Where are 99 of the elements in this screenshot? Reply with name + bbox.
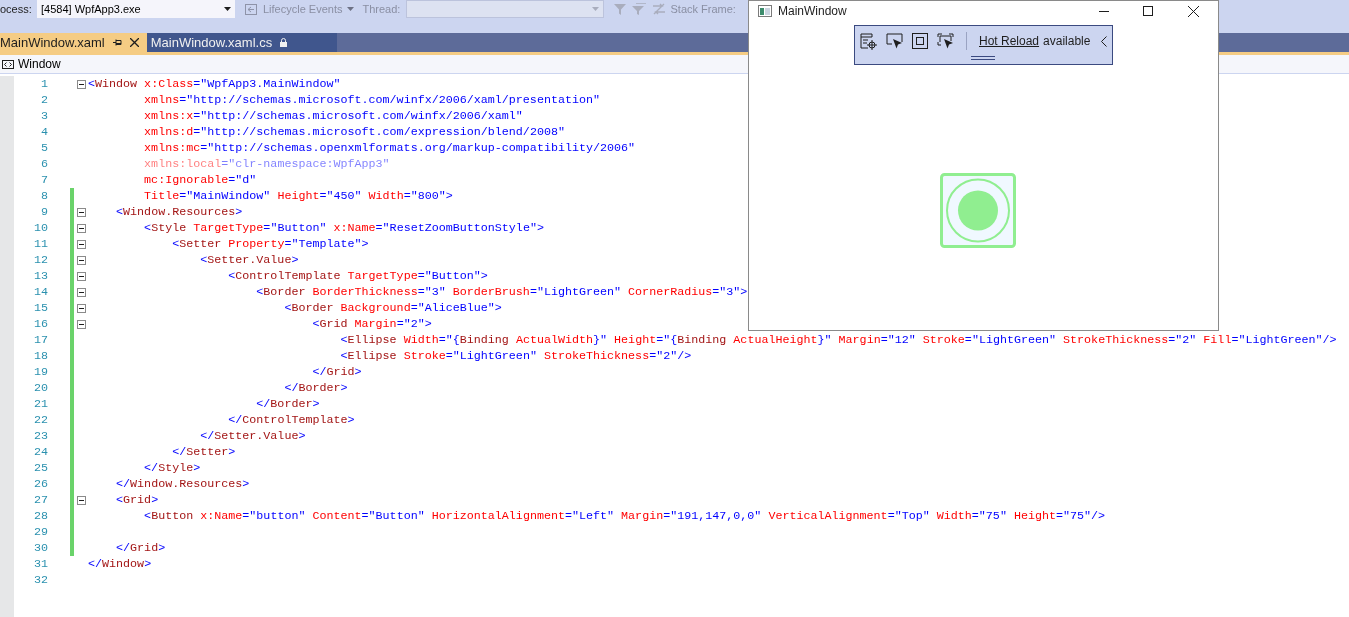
collapse-icon[interactable] [77, 239, 86, 249]
line-number: 14 [32, 284, 48, 300]
code-line: <ControlTemplate TargetType="Button"> [227, 268, 488, 284]
process-label: ocess: [0, 1, 33, 17]
code-line: Title="MainWindow" Height="450" Width="800"> [143, 188, 453, 204]
line-number: 17 [32, 332, 48, 348]
code-line: </Border> [283, 380, 348, 396]
lifecycle-icon [245, 3, 257, 15]
code-line: xmlns:d="http://schemas.microsoft.com/expression/blend/2008" [143, 124, 565, 140]
line-number: 15 [32, 300, 48, 316]
line-number: 32 [32, 572, 48, 588]
code-line: <Window.Resources> [115, 204, 243, 220]
code-line: <Ellipse Stroke="LightGreen" StrokeThickness="2"/> [339, 348, 692, 364]
line-number: 20 [32, 380, 48, 396]
thread-label: Thread: [362, 1, 402, 17]
code-line: mc:Ignorable="d" [143, 172, 257, 188]
collapse-icon[interactable] [77, 287, 86, 297]
caret-icon [592, 7, 600, 11]
line-number: 27 [32, 492, 48, 508]
line-number: 12 [32, 252, 48, 268]
code-line: </Grid> [311, 364, 362, 380]
code-line: </Style> [143, 460, 201, 476]
line-number: 25 [32, 460, 48, 476]
collapse-icon[interactable] [77, 319, 86, 329]
pin-icon[interactable] [112, 38, 122, 47]
editor-tab[interactable]: MainWindow.xaml.cs [146, 33, 338, 52]
maximize-icon[interactable] [1143, 6, 1153, 16]
line-number: 7 [40, 172, 48, 188]
code-line: <Grid> [115, 492, 159, 508]
code-line: <Style TargetType="Button" x:Name="ResetZoomButtonStyle"> [143, 220, 544, 236]
line-number: 30 [32, 540, 48, 556]
minimize-icon[interactable] [1099, 10, 1109, 12]
line-number: 19 [32, 364, 48, 380]
collapse-icon[interactable] [77, 271, 86, 281]
app-icon [758, 5, 772, 17]
line-number: 23 [32, 428, 48, 444]
line-number: 8 [40, 188, 48, 204]
collapse-icon[interactable] [77, 223, 86, 233]
line-number: 10 [32, 220, 48, 236]
line-number: 2 [40, 92, 48, 108]
line-number: 18 [32, 348, 48, 364]
collapse-icon[interactable] [77, 207, 86, 217]
line-number: 5 [40, 140, 48, 156]
code-line: <Button x:Name="button" Content="Button" HorizontalAlignment="Left" Margin="191,147,0,0" VerticalAlignment="Top" Width="75" Height="75"/> [143, 508, 1106, 524]
code-line: </Setter> [171, 444, 236, 460]
collapse-icon[interactable] [77, 495, 86, 505]
code-line: xmlns="http://schemas.microsoft.com/winfx/2006/xaml/presentation" [143, 92, 600, 108]
code-line: <Border Background="AliceBlue"> [283, 300, 502, 316]
code-line: xmlns:mc="http://schemas.openxmlformats.org/markup-compatibility/2006" [143, 140, 636, 156]
close-icon[interactable] [129, 38, 139, 47]
line-number: 16 [32, 316, 48, 332]
line-number: 29 [32, 524, 48, 540]
code-line: <Border BorderThickness="3" BorderBrush="LightGreen" CornerRadius="3"> [255, 284, 748, 300]
code-line: </Window> [88, 556, 152, 572]
stack-frame-label: Stack Frame: [670, 1, 736, 17]
line-number: 13 [32, 268, 48, 284]
layout-adorner-icon[interactable] [912, 33, 928, 49]
caret-icon [224, 7, 231, 11]
line-number: 22 [32, 412, 48, 428]
code-line: <Grid Margin="2"> [311, 316, 432, 332]
navigation-dropdown[interactable]: Window [0, 55, 61, 73]
hot-reload-status: available [1043, 33, 1091, 50]
code-line: <Window x:Class="WpfApp3.MainWindow" [88, 76, 341, 92]
track-focus-icon[interactable] [937, 33, 954, 49]
code-line: <Setter Property="Template"> [171, 236, 369, 252]
caret-icon [347, 7, 355, 11]
line-number: 26 [32, 476, 48, 492]
select-element-icon[interactable] [886, 32, 903, 50]
live-tree-icon[interactable] [860, 32, 877, 50]
code-line: <Ellipse Width="{Binding ActualWidth}" Height="{Binding ActualHeight}" Margin="12" Stroke="LightGreen" StrokeThickness="2" Fill="LightGreen"/> [339, 332, 1337, 348]
editor-tab[interactable]: MainWindow.xaml [0, 33, 147, 52]
collapse-icon[interactable] [77, 255, 86, 265]
code-line: </Setter.Value> [199, 428, 306, 444]
line-number: 11 [32, 236, 48, 252]
line-number: 1 [40, 76, 48, 92]
line-number: 21 [32, 396, 48, 412]
drag-handle-icon[interactable] [971, 56, 995, 60]
hot-reload-link[interactable]: Hot Reload [979, 32, 1040, 50]
line-number: 3 [40, 108, 48, 124]
code-line: </Window.Resources> [115, 476, 250, 492]
collapse-icon[interactable] [77, 79, 86, 89]
code-line: xmlns:x="http://schemas.microsoft.com/winfx/2006/xaml" [143, 108, 523, 124]
line-number: 24 [32, 444, 48, 460]
line-number: 6 [40, 156, 48, 172]
line-number: 4 [40, 124, 48, 140]
code-line: </ControlTemplate> [227, 412, 355, 428]
code-line: </Grid> [115, 540, 166, 556]
line-number: 28 [32, 508, 48, 524]
line-number: 31 [32, 556, 48, 572]
process-dropdown[interactable]: [4584] WpfApp3.exe [37, 0, 235, 18]
close-icon[interactable] [1188, 5, 1199, 17]
collapse-icon[interactable] [77, 303, 86, 313]
code-line: </Border> [255, 396, 320, 412]
element-icon [2, 59, 14, 69]
code-line: <Setter.Value> [199, 252, 299, 268]
window-title: MainWindow [778, 3, 847, 20]
line-number: 9 [40, 204, 48, 220]
code-line: xmlns:local="clr-namespace:WpfApp3" [143, 156, 390, 172]
chevron-left-icon[interactable] [1101, 35, 1107, 47]
